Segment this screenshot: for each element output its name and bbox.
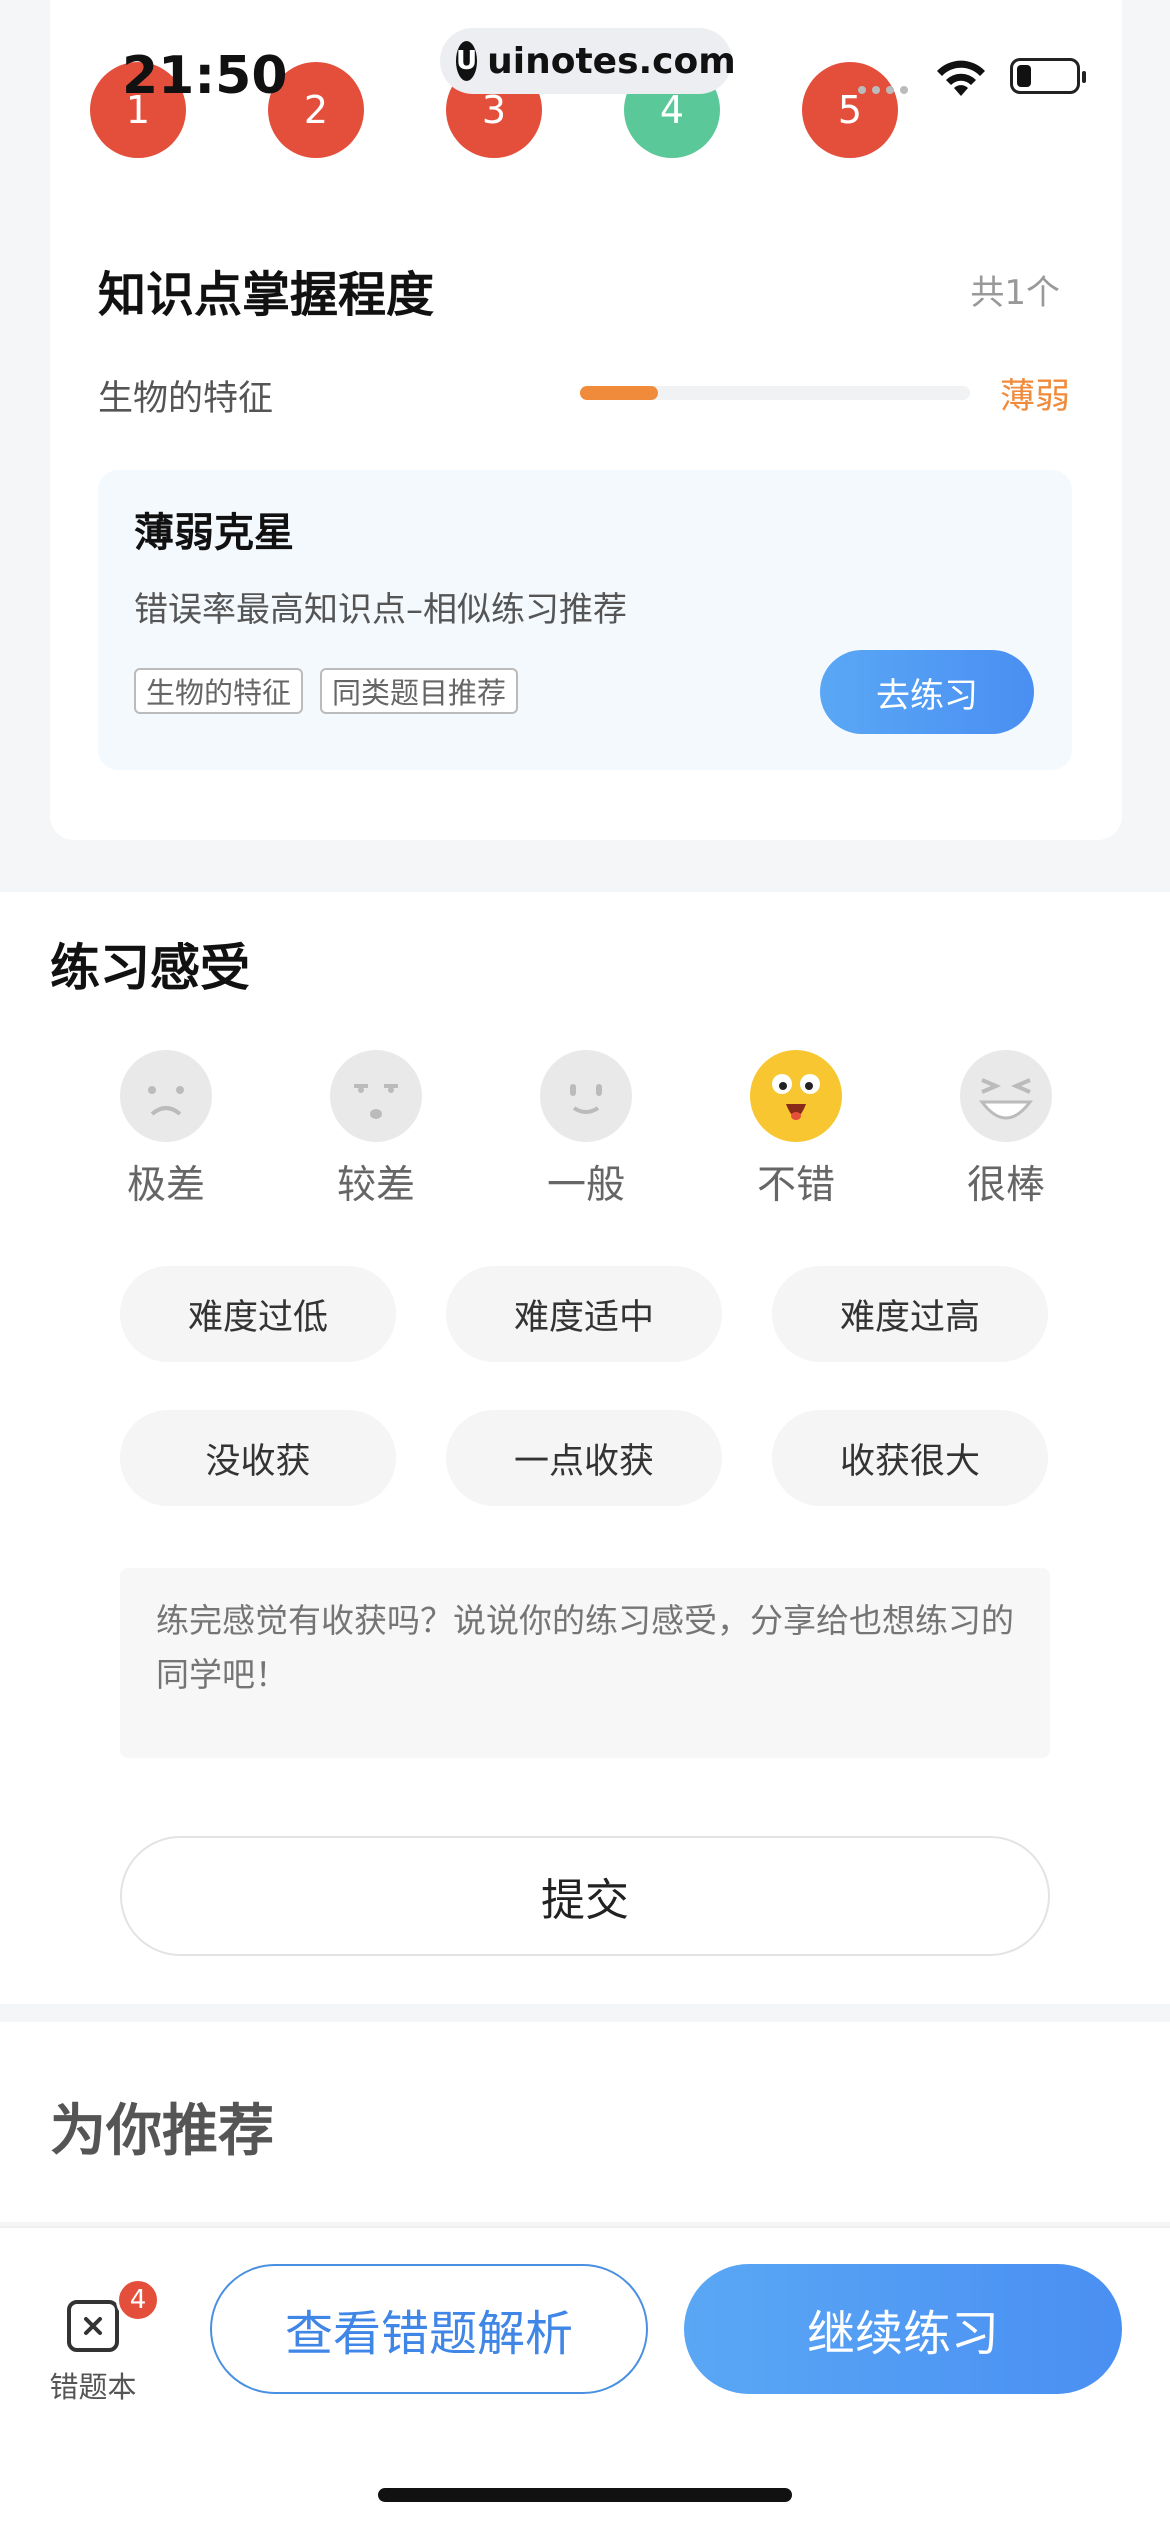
recommend-title: 为你推荐 [50,2099,274,2164]
rating-label-5: 很棒 [966,1163,1045,1208]
continue-practice-button[interactable]: 继续练习 [684,2264,1122,2394]
surprised-face-icon[interactable] [330,1050,422,1142]
feedback-input[interactable] [120,1568,1050,1758]
status-time: 21:50 [122,46,288,106]
tag-similar: 同类题目推荐 [320,668,519,714]
laughing-face-icon[interactable] [960,1050,1052,1142]
chip-gain-much[interactable]: 收获很大 [772,1410,1048,1506]
submit-button[interactable]: 提交 [120,1836,1050,1956]
wrong-book-button[interactable]: 4 错题本 [48,2278,160,2406]
rating-label-1: 极差 [126,1163,205,1208]
chip-gain-some[interactable]: 一点收获 [446,1410,722,1506]
knowledge-level: 薄弱 [999,377,1070,417]
knowledge-progress-bar [580,386,970,400]
wrong-book-icon [67,2300,119,2352]
view-analysis-button[interactable]: 查看错题解析 [210,2264,648,2394]
knowledge-title: 知识点掌握程度 [98,267,435,323]
knowledge-progress-fill [580,386,658,400]
weak-point-box: 薄弱克星 错误率最高知识点–相似练习推荐 生物的特征 同类题目推荐 去练习 [98,470,1072,770]
knowledge-item-name: 生物的特征 [98,379,274,419]
feeling-section: 练习感受 极差 较差 一般 不错 很棒 难度过低 难度适中 难度过高 没收获 一… [0,892,1170,2004]
knowledge-count: 共1个 [970,273,1060,313]
question-number-5[interactable]: 5 [802,62,898,158]
bottom-action-bar: 4 错题本 查看错题解析 继续练习 [0,2226,1170,2532]
recommend-section: 为你推荐 [0,2022,1170,2222]
chip-difficulty-high[interactable]: 难度过高 [772,1266,1048,1362]
rating-label-3: 一般 [546,1163,625,1208]
signal-dots-icon [858,86,908,94]
site-logo-icon: U [456,41,478,81]
go-practice-button[interactable]: 去练习 [820,650,1034,734]
tag-knowledge: 生物的特征 [134,668,304,714]
battery-icon [1010,58,1086,94]
url-text: uinotes.com [487,40,736,82]
home-indicator [378,2488,792,2502]
rating-label-4: 不错 [756,1163,835,1208]
weak-box-desc: 错误率最高知识点–相似练习推荐 [134,590,627,630]
weak-box-title: 薄弱克星 [134,510,294,556]
wrong-book-badge: 4 [116,2278,160,2322]
neutral-face-icon[interactable] [540,1050,632,1142]
happy-face-icon[interactable] [750,1050,842,1142]
wrong-book-label: 错题本 [49,2370,137,2404]
chip-difficulty-low[interactable]: 难度过低 [120,1266,396,1362]
wifi-icon [934,58,988,102]
sad-face-icon[interactable] [120,1050,212,1142]
rating-label-2: 较差 [336,1163,415,1208]
chip-gain-none[interactable]: 没收获 [120,1410,396,1506]
url-pill: U uinotes.com [440,28,736,94]
chip-difficulty-mid[interactable]: 难度适中 [446,1266,722,1362]
feeling-title: 练习感受 [50,939,250,997]
